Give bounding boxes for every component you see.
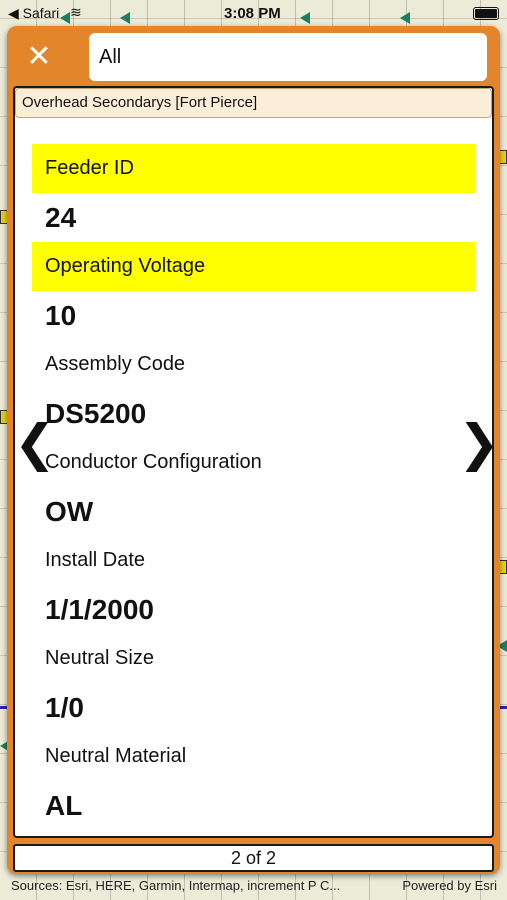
layer-title: Overhead Secondarys [Fort Pierce] — [15, 88, 492, 118]
powered-by-esri: Powered by Esri — [402, 878, 497, 893]
page-indicator: 2 of 2 — [13, 844, 494, 872]
map-attribution: Sources: Esri, HERE, Garmin, Intermap, i… — [0, 876, 507, 896]
wifi-icon: ≋ — [70, 4, 82, 20]
field-label: Neutral Size — [45, 647, 154, 669]
field-label: Conductor Configuration — [45, 451, 262, 473]
close-icon: ✕ — [26, 40, 52, 73]
field-label: Feeder ID — [32, 144, 475, 193]
field-label: Neutral Material — [45, 745, 187, 767]
close-button[interactable]: ✕ — [21, 40, 57, 76]
attribute-list: Feeder ID 24 Operating Voltage 10 Assemb… — [15, 144, 492, 830]
field-label: Operating Voltage — [32, 242, 475, 291]
field-value: 1/0 — [45, 692, 84, 723]
field-label: Assembly Code — [45, 353, 186, 375]
chevron-right-icon: ❯ — [458, 415, 500, 471]
field-value: AL — [45, 790, 83, 821]
field-value: 10 — [45, 300, 77, 331]
attribution-sources[interactable]: Sources: Esri, HERE, Garmin, Intermap, i… — [11, 878, 340, 893]
field-value: 24 — [45, 202, 77, 233]
next-feature-button[interactable]: ❯ — [458, 418, 500, 468]
field-value: DS5200 — [45, 398, 147, 429]
search-input[interactable] — [89, 33, 487, 81]
feature-popup: ✕ Overhead Secondarys [Fort Pierce] Feed… — [7, 26, 500, 874]
popup-content-frame: Overhead Secondarys [Fort Pierce] Feeder… — [13, 86, 494, 838]
battery-icon — [473, 7, 499, 20]
back-to-safari-link[interactable]: ◀ Safari — [8, 5, 59, 22]
field-label: Install Date — [45, 549, 146, 571]
popup-content[interactable]: Overhead Secondarys [Fort Pierce] Feeder… — [15, 88, 492, 836]
field-value: OW — [45, 496, 94, 527]
chevron-left-icon: ❮ — [14, 415, 56, 471]
previous-feature-button[interactable]: ❮ — [14, 418, 56, 468]
status-bar: ◀ Safari ≋ 3:08 PM — [0, 0, 507, 28]
field-value: 1/1/2000 — [45, 594, 154, 625]
status-time: 3:08 PM — [224, 5, 281, 22]
